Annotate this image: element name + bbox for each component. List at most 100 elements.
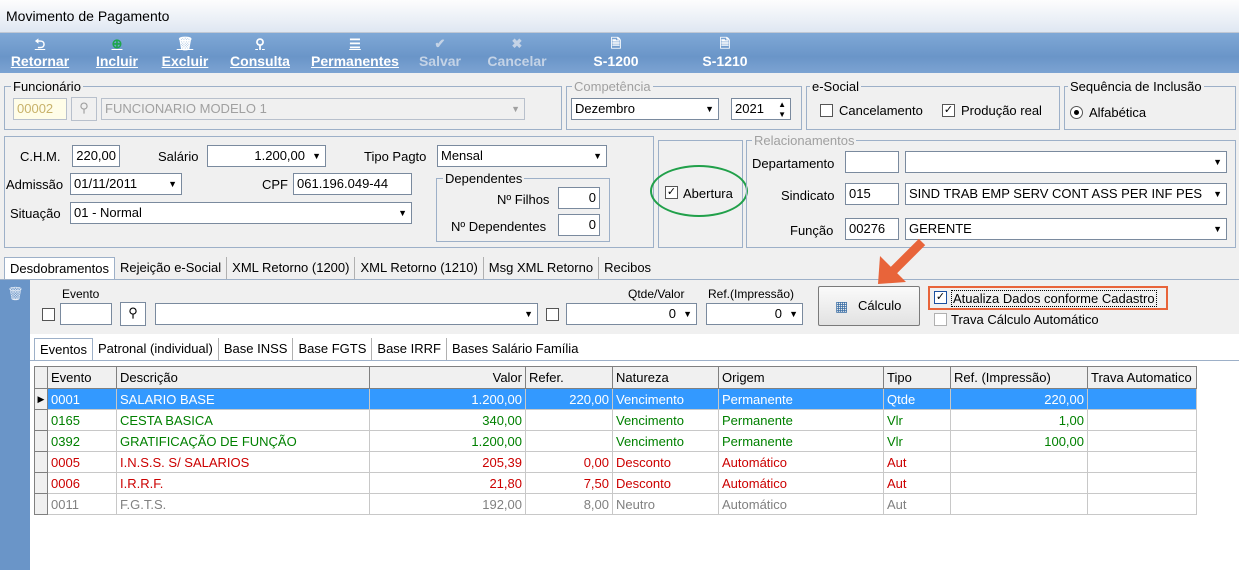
ref-input[interactable]: 0 ▼ <box>706 303 803 325</box>
col-evento[interactable]: Evento <box>47 366 117 389</box>
tab-base-inss[interactable]: Base INSS <box>219 338 294 360</box>
competencia-month-select[interactable]: Dezembro ▼ <box>571 98 719 120</box>
tipo-pagto-select[interactable]: Mensal ▼ <box>437 145 607 167</box>
table-row[interactable]: 0011 F.G.T.S. 192,00 8,00 Neutro Automático Au… <box>34 493 1197 515</box>
tab-bases-salario-familia[interactable]: Bases Salário Família <box>447 338 583 360</box>
table-row[interactable]: 0392 GRATIFICAÇÃO DE FUNÇÃO 1.200,00 Vencim… <box>34 430 1197 452</box>
window-titlebar: Movimento de Pagamento <box>0 0 1239 33</box>
departamento-select[interactable]: ▼ <box>905 151 1227 173</box>
s1200-label: S-1200 <box>593 53 639 69</box>
orange-arrow-annotation <box>878 238 926 284</box>
cell-tipo: Aut <box>883 451 951 473</box>
funcionario-code-input[interactable]: 00002 <box>13 98 67 120</box>
cell-tipo: Vlr <box>883 430 951 452</box>
admissao-input[interactable]: 01/11/2011 ▼ <box>70 173 182 195</box>
trava-checkbox[interactable] <box>934 313 947 326</box>
cell-valor: 192,00 <box>369 493 526 515</box>
year-value: 2021 <box>735 101 764 116</box>
cell-natureza: Vencimento <box>612 409 719 431</box>
col-valor[interactable]: Valor <box>369 366 526 389</box>
magnifier-icon: ⚲ <box>79 100 89 115</box>
relacionamentos-legend: Relacionamentos <box>752 133 857 148</box>
tab-patronal[interactable]: Patronal (individual) <box>93 338 219 360</box>
evento-descricao-select[interactable]: ▼ <box>155 303 538 325</box>
evento-search-button[interactable]: ⚲ <box>120 302 146 326</box>
ndep-input[interactable]: 0 <box>558 214 600 236</box>
evento-checkbox[interactable] <box>42 308 55 321</box>
tab-base-fgts[interactable]: Base FGTS <box>293 338 373 360</box>
tab-recibos[interactable]: Recibos <box>599 257 656 279</box>
salario-input[interactable]: 1.200,00 ▼ <box>207 145 326 167</box>
cell-natureza: Desconto <box>612 472 719 494</box>
tab-xml-retorno-1200[interactable]: XML Retorno (1200) <box>227 257 356 279</box>
col-natureza[interactable]: Natureza <box>612 366 719 389</box>
abertura-checkbox[interactable]: ✓ <box>665 186 678 199</box>
admissao-value: 01/11/2011 <box>74 176 138 191</box>
s1210-label: S-1210 <box>702 53 748 69</box>
retornar-button[interactable]: ⮌ Retornar <box>8 35 72 69</box>
alfabetica-radio[interactable] <box>1070 106 1083 119</box>
chevron-down-icon: ▼ <box>511 104 520 114</box>
producao-real-checkbox[interactable]: ✓ <box>942 104 955 117</box>
filhos-input[interactable]: 0 <box>558 187 600 209</box>
evento-code-input[interactable] <box>60 303 112 325</box>
excluir-button[interactable]: 🗑 Excluir <box>160 35 210 69</box>
salvar-button[interactable]: ✔ Salvar <box>417 35 463 69</box>
cell-origem: Automático <box>718 472 884 494</box>
sindicato-code-input[interactable]: 015 <box>845 183 899 205</box>
cell-valor: 21,80 <box>369 472 526 494</box>
tab-xml-retorno-1210[interactable]: XML Retorno (1210) <box>355 257 484 279</box>
col-tipo[interactable]: Tipo <box>883 366 951 389</box>
permanentes-button[interactable]: ☰ Permanentes <box>308 35 402 69</box>
col-origem[interactable]: Origem <box>718 366 884 389</box>
chm-input[interactable]: 220,00 <box>72 145 120 167</box>
sindicato-select[interactable]: SIND TRAB EMP SERV CONT ASS PER INF PES ▼ <box>905 183 1227 205</box>
funcionario-search-button[interactable]: ⚲ <box>71 97 97 121</box>
qtde-value: 0 <box>668 306 676 321</box>
tab-eventos[interactable]: Eventos <box>34 338 93 360</box>
competencia-year-spinner[interactable]: 2021 ▲ ▼ <box>731 98 791 120</box>
consulta-button[interactable]: ⚲ Consulta <box>228 35 292 69</box>
cancelamento-checkbox[interactable] <box>820 104 833 117</box>
funcao-code-input[interactable]: 00276 <box>845 218 899 240</box>
tab-rejeicao-esocial[interactable]: Rejeição e-Social <box>115 257 228 279</box>
incluir-button[interactable]: ⊕ Incluir <box>93 35 141 69</box>
col-trava-automatico[interactable]: Trava Automatico <box>1087 366 1197 389</box>
trash-icon[interactable]: 🗑 <box>7 286 24 302</box>
cell-natureza: Desconto <box>612 451 719 473</box>
sindicato-value: SIND TRAB EMP SERV CONT ASS PER INF PES <box>909 186 1203 201</box>
tab-msg-xml-retorno[interactable]: Msg XML Retorno <box>484 257 600 279</box>
situacao-select[interactable]: 01 - Normal ▼ <box>70 202 412 224</box>
s1200-button[interactable]: 🗎 S-1200 <box>588 35 644 69</box>
incluir-label: Incluir <box>95 53 138 69</box>
atualiza-checkbox[interactable]: ✓ <box>934 291 947 304</box>
table-row[interactable]: ▶ 0001 SALARIO BASE 1.200,00 220,00 Venciment… <box>34 388 1197 410</box>
qtde-checkbox[interactable] <box>546 308 559 321</box>
tab-desdobramentos[interactable]: Desdobramentos <box>4 257 115 279</box>
funcionario-select[interactable]: FUNCIONARIO MODELO 1 ▼ <box>101 98 525 120</box>
col-ref-impressao[interactable]: Ref. (Impressão) <box>950 366 1088 389</box>
cancelar-label: Cancelar <box>487 53 547 69</box>
s1210-button[interactable]: 🗎 S-1210 <box>697 35 753 69</box>
cpf-input[interactable]: 061.196.049-44 <box>293 173 412 195</box>
cell-refer: 0,00 <box>525 451 613 473</box>
cancelar-button[interactable]: ✖ Cancelar <box>486 35 548 69</box>
competencia-legend: Competência <box>572 79 653 94</box>
table-row[interactable]: 0005 I.N.S.S. S/ SALARIOS 205,39 0,00 Descon… <box>34 451 1197 473</box>
departamento-label: Departamento <box>752 156 835 171</box>
table-row[interactable]: 0165 CESTA BASICA 340,00 Vencimento Permanen… <box>34 409 1197 431</box>
cell-ref: 1,00 <box>950 409 1088 431</box>
table-row[interactable]: 0006 I.R.R.F. 21,80 7,50 Desconto Automático A… <box>34 472 1197 494</box>
departamento-code-input[interactable] <box>845 151 899 173</box>
cancel-icon: ✖ <box>511 36 523 51</box>
tab-base-irrf[interactable]: Base IRRF <box>372 338 447 360</box>
calculo-button[interactable]: ▦ Cálculo <box>818 286 920 326</box>
row-indicator <box>34 430 48 452</box>
salario-label: Salário <box>158 149 199 164</box>
qtde-input[interactable]: 0 ▼ <box>566 303 697 325</box>
funcao-select[interactable]: GERENTE ▼ <box>905 218 1227 240</box>
ref-label: Ref.(Impressão) <box>708 287 795 301</box>
col-refer[interactable]: Refer. <box>525 366 613 389</box>
col-descricao[interactable]: Descrição <box>116 366 370 389</box>
excluir-label: Excluir <box>161 53 209 69</box>
